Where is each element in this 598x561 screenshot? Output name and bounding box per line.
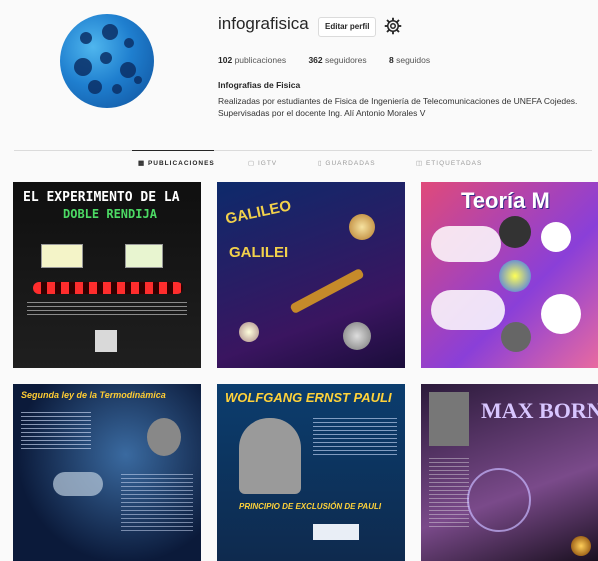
gear-icon[interactable] [384,17,402,35]
planet-image [349,214,375,240]
username: infografisica [218,14,309,33]
portrait-image [147,418,181,456]
text-block [27,302,187,318]
post-tile[interactable]: WOLFGANG ERNST PAULI PRINCIPIO DE EXCLUS… [217,384,405,561]
profile-stats: 102 publicaciones 362 seguidores 8 segui… [218,55,450,65]
text-block [21,412,91,452]
profile-tabs: ▦ PUBLICACIONES ▢ IGTV ▯ GUARDADAS ◫ ETI… [0,150,598,177]
cloud-image [53,472,103,496]
slit-image [41,244,83,268]
post-tile[interactable]: GALILEO GALILEI [217,182,405,368]
sphere-image [571,536,591,556]
portrait-image [501,322,531,352]
post-tile[interactable]: Teoría M [421,182,598,368]
followers-count[interactable]: 362 seguidores [308,55,366,65]
post-tile[interactable]: EL EXPERIMENTO DE LA DOBLE RENDIJA [13,182,201,368]
bubble-icon [499,216,531,248]
tag-icon: ◫ [416,160,426,167]
bubble-icon [541,294,581,334]
interference-pattern [33,282,183,294]
bubble-icon [541,222,571,252]
tv-icon: ▢ [248,160,258,167]
slit-image [125,244,163,268]
display-name: Infografias de Fisica [218,80,301,90]
bio-text: Realizadas por estudiantes de Fisica de … [218,96,578,118]
diagram-box [313,524,359,540]
telescope-image [289,267,365,315]
edit-profile-button[interactable]: Editar perfil [318,17,377,37]
info-bubble [431,226,501,262]
text-block [121,474,193,534]
portrait-image [429,392,469,446]
planet-image [239,322,259,342]
bubble-icon [499,260,531,292]
tab-etiquetadas[interactable]: ◫ ETIQUETADAS [416,159,482,167]
info-bubble [431,290,505,330]
posts-count: 102 publicaciones [218,55,287,65]
portrait-image [239,418,301,494]
profile-header: infografisica Editar perfil 102 publicac… [0,0,598,148]
moon-image [343,322,371,350]
text-block [429,458,469,528]
post-tile[interactable]: Segunda ley de la Termodinámica [13,384,201,561]
post-tile[interactable]: MAX BORN [421,384,598,561]
atom-image [467,468,531,532]
avatar[interactable] [60,14,154,108]
tab-publicaciones[interactable]: ▦ PUBLICACIONES [132,150,215,167]
text-block [313,418,397,458]
detector-image [95,330,117,352]
tab-guardadas[interactable]: ▯ GUARDADAS [318,159,376,167]
grid-icon: ▦ [138,160,148,167]
following-count[interactable]: 8 seguidos [389,55,430,65]
tab-igtv[interactable]: ▢ IGTV [248,159,277,167]
